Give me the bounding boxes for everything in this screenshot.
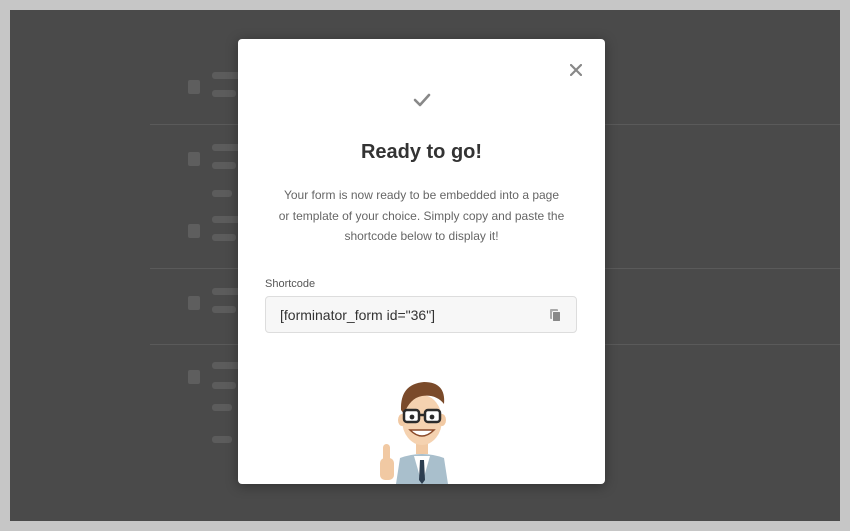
mascot-illustration [380, 382, 448, 484]
background-row-text [212, 190, 232, 197]
check-icon [413, 93, 430, 107]
success-indicator [238, 93, 605, 112]
close-icon [570, 64, 582, 76]
background-row-text [212, 162, 236, 169]
copy-icon[interactable] [548, 308, 562, 322]
close-button[interactable] [567, 61, 585, 79]
shortcode-label: Shortcode [265, 278, 316, 290]
shortcode-field[interactable]: [forminator_form id="36"] [265, 296, 577, 333]
background-row-icon [188, 224, 200, 238]
background-row-text [212, 382, 236, 389]
background-row-text [212, 90, 236, 97]
background-row-text [212, 404, 232, 411]
background-row-icon [188, 152, 200, 166]
modal-title: Ready to go! [360, 141, 483, 163]
shortcode-value[interactable]: [forminator_form id="36"] [280, 307, 435, 323]
modal-description: Your form is now ready to be embedded in… [278, 188, 565, 243]
background-row-text [212, 306, 236, 313]
background-row-text [212, 234, 236, 241]
background-row-text [212, 436, 232, 443]
background-row-icon [188, 296, 200, 310]
background-row-icon [188, 370, 200, 384]
background-row-icon [188, 80, 200, 94]
ready-modal: Ready to go! Your form is now ready to b… [238, 39, 605, 484]
